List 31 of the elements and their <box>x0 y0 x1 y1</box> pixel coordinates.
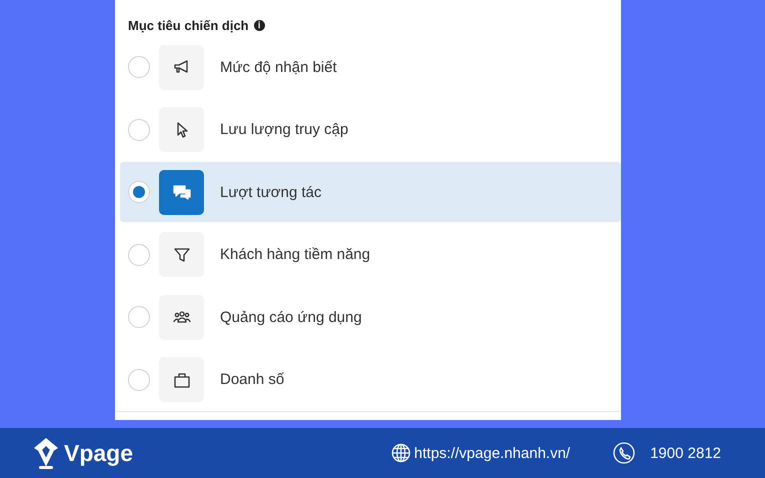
radio-button[interactable] <box>128 56 150 78</box>
objective-option[interactable]: Lưu lượng truy cập <box>120 99 621 160</box>
phone-number: 1900 2812 <box>650 444 721 462</box>
chat-icon <box>159 170 204 215</box>
objective-label: Quảng cáo ứng dụng <box>220 308 362 326</box>
radio-button[interactable] <box>128 244 150 266</box>
objective-option[interactable]: Quảng cáo ứng dụng <box>120 286 621 348</box>
funnel-icon <box>159 232 204 278</box>
objective-option[interactable]: Doanh số <box>120 350 621 410</box>
section-title: Mục tiêu chiến dịch <box>128 18 249 33</box>
globe-icon <box>391 443 412 463</box>
radio-button[interactable] <box>128 306 150 328</box>
people-icon <box>159 294 204 340</box>
objective-option[interactable]: Lượt tương tác <box>120 162 621 222</box>
objective-label: Lượt tương tác <box>220 184 322 201</box>
objective-label: Mức độ nhận biết <box>220 58 337 76</box>
radio-button[interactable] <box>128 368 150 391</box>
phone-icon <box>613 442 636 464</box>
objective-label: Doanh số <box>220 371 284 388</box>
radio-button[interactable] <box>128 118 150 141</box>
brand-name: Vpage <box>64 440 134 466</box>
objective-option[interactable]: Mức độ nhận biết <box>120 36 621 98</box>
objective-label: Khách hàng tiềm năng <box>220 246 370 264</box>
objective-label: Lưu lượng truy cập <box>220 121 348 138</box>
radio-button[interactable] <box>128 181 150 204</box>
objective-option[interactable]: Khách hàng tiềm năng <box>120 224 621 285</box>
website-link[interactable]: https://vpage.nhanh.vn/ <box>414 444 570 462</box>
info-icon[interactable]: ℹ <box>254 20 265 31</box>
cursor-icon <box>159 107 204 152</box>
bag-icon <box>159 357 204 402</box>
megaphone-icon <box>159 44 204 90</box>
